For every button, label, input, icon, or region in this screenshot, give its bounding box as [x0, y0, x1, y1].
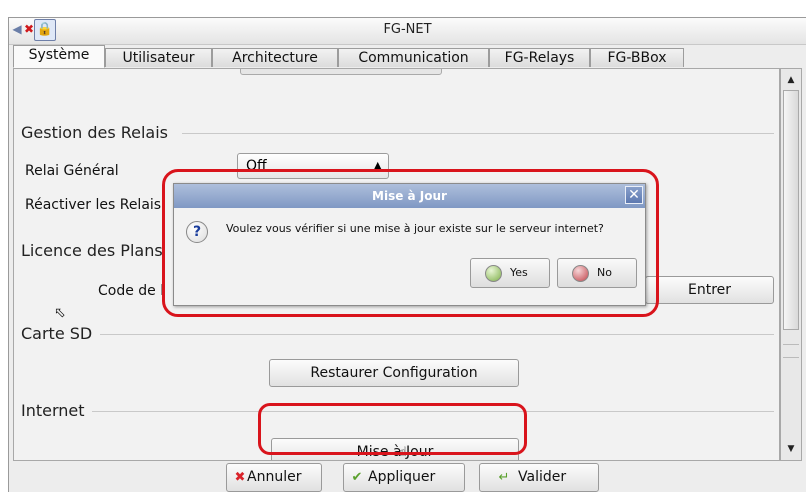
valider-label: Valider — [518, 469, 567, 485]
partial-field — [240, 69, 442, 75]
appliquer-button[interactable]: ✔ Appliquer — [343, 463, 465, 492]
tab-fg-bbox[interactable]: FG-BBox — [590, 48, 684, 67]
appliquer-label: Appliquer — [368, 469, 436, 485]
highlight-update-button — [258, 403, 527, 455]
section-gestion-relais: Gestion des Relais — [21, 123, 169, 142]
scroll-down-icon[interactable]: ▼ — [782, 440, 800, 458]
annuler-button[interactable]: ✖ Annuler — [226, 463, 322, 492]
mouse-pointer-icon: ⬁ — [54, 305, 66, 321]
entrer-button[interactable]: Entrer — [645, 276, 774, 304]
tab-communication[interactable]: Communication — [338, 48, 489, 67]
section-licence: Licence des Plans — [21, 241, 163, 260]
code-label: Code de l — [98, 283, 165, 299]
section-carte-sd: Carte SD — [21, 324, 93, 343]
scroll-up-icon[interactable]: ▲ — [782, 71, 800, 89]
tab-utilisateur[interactable]: Utilisateur — [105, 48, 212, 67]
tab-systeme[interactable]: Système — [13, 45, 105, 68]
cancel-icon: ✖ — [234, 470, 246, 485]
reactiver-relais-label: Réactiver les Relais — [25, 197, 162, 213]
scroll-thumb[interactable] — [783, 90, 799, 330]
tab-fg-relays[interactable]: FG-Relays — [489, 48, 590, 67]
enter-arrow-icon: ↵ — [498, 470, 510, 485]
vertical-scrollbar[interactable]: ▲ ▼ — [780, 68, 802, 461]
checkmark-icon: ✔ — [351, 470, 363, 485]
restaurer-configuration-button[interactable]: Restaurer Configuration — [269, 359, 519, 387]
scroll-grip — [783, 344, 799, 358]
valider-button[interactable]: ↵ Valider — [479, 463, 599, 492]
section-divider — [182, 133, 774, 134]
title-bar: ◀ ✖ 🔒 FG-NET — [9, 18, 806, 45]
bottom-bar: ✖ Annuler ✔ Appliquer ↵ Valider — [9, 461, 806, 492]
section-internet: Internet — [21, 401, 85, 420]
section-divider — [100, 334, 774, 335]
relai-general-label: Relai Général — [25, 163, 119, 179]
window-title: FG-NET — [383, 22, 432, 37]
tab-architecture[interactable]: Architecture — [212, 48, 338, 67]
tab-bar: Système Utilisateur Architecture Communi… — [13, 45, 803, 68]
annuler-label: Annuler — [247, 469, 302, 485]
highlight-dialog — [162, 169, 659, 317]
